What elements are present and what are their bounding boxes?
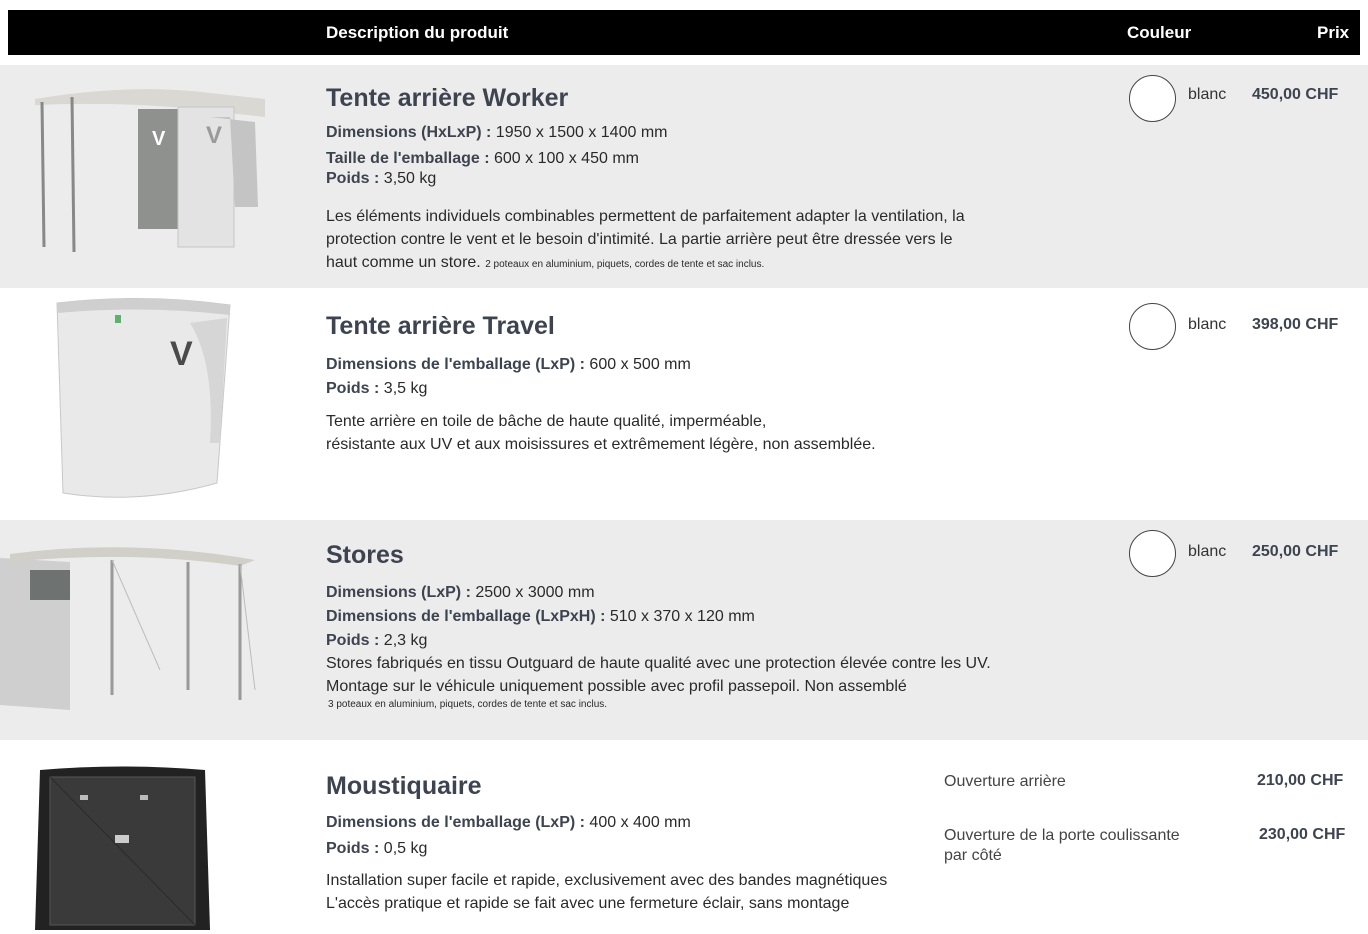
option-rear-opening: Ouverture arrière	[944, 773, 1066, 790]
mosquito-net-image	[35, 766, 210, 930]
product-row-stores: Stores Dimensions (LxP) : 2500 x 3000 mm…	[0, 520, 1368, 740]
spec-packaging: Taille de l'emballage : 600 x 100 x 450 …	[326, 150, 639, 167]
product-title: Tente arrière Worker	[326, 84, 569, 112]
spec-packaging: Dimensions de l'emballage (LxP) : 400 x …	[326, 814, 691, 831]
product-description: Tente arrière en toile de bâche de haute…	[326, 413, 876, 453]
svg-text:V: V	[170, 335, 193, 373]
product-description: Installation super facile et rapide, exc…	[326, 872, 888, 912]
option-price: 210,00 CHF	[1257, 772, 1344, 789]
spec-packaging: Dimensions de l'emballage (LxPxH) : 510 …	[326, 608, 755, 625]
travel-tent-image: V	[56, 297, 231, 498]
color-label: blanc	[1188, 543, 1227, 560]
price: 250,00 CHF	[1252, 543, 1339, 560]
color-label: blanc	[1188, 86, 1227, 103]
spec-weight: Poids : 2,3 kg	[326, 632, 428, 649]
table-header: Description du produit Couleur Prix	[8, 10, 1360, 55]
product-title: Moustiquaire	[326, 772, 482, 800]
included-note: 3 poteaux en aluminium, piquets, cordes …	[328, 699, 608, 710]
spec-dimensions: Dimensions (LxP) : 2500 x 3000 mm	[326, 584, 595, 601]
option-price: 230,00 CHF	[1259, 826, 1346, 843]
product-row-travel: V Tente arrière Travel Dimensions de l'e…	[0, 288, 1368, 520]
color-swatch-white	[1129, 530, 1176, 577]
spec-weight: Poids : 3,5 kg	[326, 380, 428, 397]
included-note: 2 poteaux en aluminium, piquets, cordes …	[485, 259, 765, 270]
color-label: blanc	[1188, 316, 1227, 333]
option-sliding-door: Ouverture de la porte coulissante par cô…	[944, 827, 1180, 864]
header-price: Prix	[1317, 23, 1350, 42]
price: 398,00 CHF	[1252, 316, 1339, 333]
product-title: Stores	[326, 541, 404, 569]
color-swatch-white	[1129, 303, 1176, 350]
spec-packaging: Dimensions de l'emballage (LxP) : 600 x …	[326, 356, 691, 373]
spec-weight: Poids : 3,50 kg	[326, 170, 437, 187]
header-description: Description du produit	[326, 23, 509, 42]
awning-image	[0, 547, 256, 710]
worker-tent-image: V V	[35, 89, 265, 253]
product-row-worker: V V Tente arrière Worker Dimensions (HxL…	[0, 65, 1368, 288]
svg-text:V: V	[152, 128, 166, 150]
price: 450,00 CHF	[1252, 86, 1339, 103]
product-title: Tente arrière Travel	[326, 312, 555, 340]
spec-dimensions: Dimensions (HxLxP) : 1950 x 1500 x 1400 …	[326, 124, 668, 141]
color-swatch-white	[1129, 75, 1176, 122]
svg-text:V: V	[206, 122, 222, 149]
header-color: Couleur	[1127, 23, 1192, 42]
spec-weight: Poids : 0,5 kg	[326, 840, 428, 857]
product-row-moustiquaire: Moustiquaire Dimensions de l'emballage (…	[0, 740, 1368, 934]
product-description: Les éléments individuels combinables per…	[326, 208, 965, 271]
product-description: Stores fabriqués en tissu Outguard de ha…	[326, 655, 991, 710]
